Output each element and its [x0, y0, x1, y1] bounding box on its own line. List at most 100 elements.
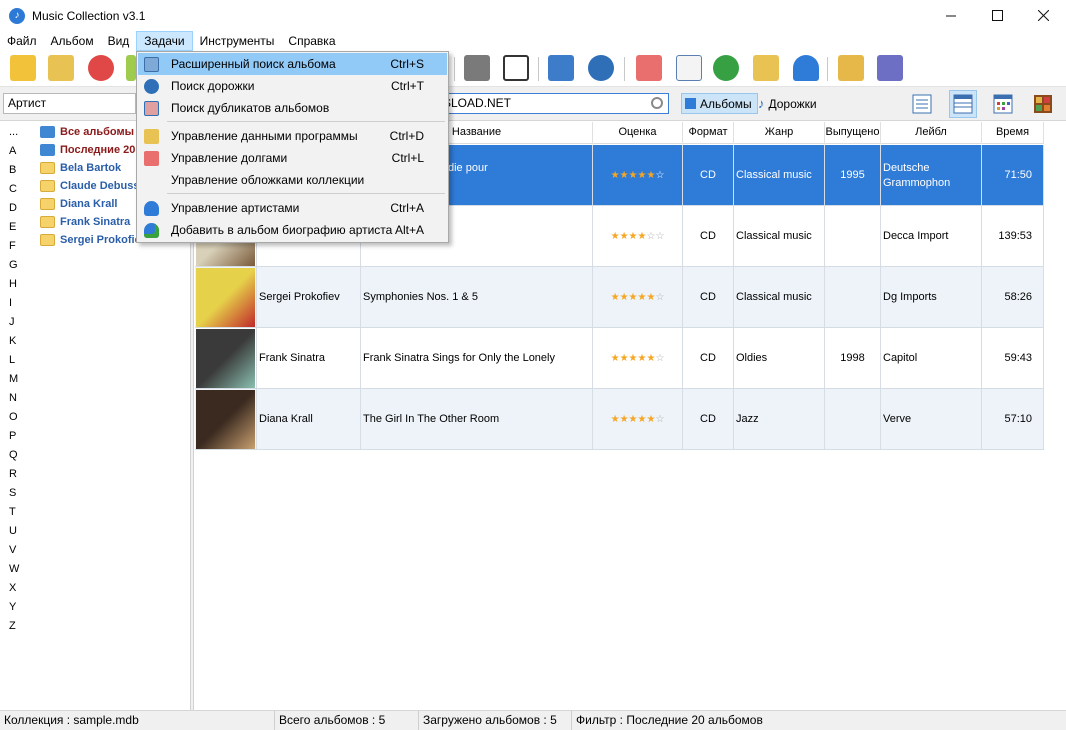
list-view-button[interactable]	[949, 90, 977, 118]
menu-item-shortcut: Ctrl+T	[391, 79, 424, 93]
year-cell	[825, 206, 881, 267]
print-icon[interactable]	[464, 55, 490, 81]
covers-grid-button[interactable]	[1029, 90, 1057, 118]
menu-item-shortcut: Ctrl+L	[391, 151, 424, 165]
title-cell: Symphonies Nos. 1 & 5	[361, 267, 593, 328]
letter-index-item[interactable]: V	[9, 544, 16, 556]
star-icon: ☆	[655, 169, 665, 181]
html-export-icon[interactable]	[503, 55, 529, 81]
column-format[interactable]: Формат	[683, 122, 734, 144]
menu-loans-manager[interactable]: Управление долгами Ctrl+L	[138, 147, 447, 169]
toolbar-separator	[624, 57, 625, 81]
open-collection-icon[interactable]	[48, 55, 74, 81]
column-genre[interactable]: Жанр	[734, 122, 825, 144]
tree-item[interactable]: Frank Sinatra	[40, 213, 130, 231]
albums-mode-button[interactable]: Альбомы	[681, 93, 758, 114]
album-row[interactable]: Frank Sinatra Frank Sinatra Sings for Onl…	[195, 328, 1044, 389]
plugin-icon[interactable]	[838, 55, 864, 81]
rating-stars[interactable]: ★ ★ ★ ★ ★ ☆	[611, 352, 665, 364]
menu-tasks[interactable]: Задачи	[136, 31, 193, 51]
tree-item[interactable]: Последние 20	[40, 141, 135, 159]
letter-index-item[interactable]: K	[9, 335, 16, 347]
menu-data-manager[interactable]: Управление данными программы Ctrl+D	[138, 125, 447, 147]
menu-file[interactable]: Файл	[0, 31, 44, 51]
album-row[interactable]: Sergei Prokofiev Symphonies Nos. 1 & 5 ★ ★ ★…	[195, 267, 1044, 328]
letter-index-item[interactable]: U	[9, 525, 17, 537]
album-row[interactable]: Diana Krall The Girl In The Other Room ★ ★ ★…	[195, 389, 1044, 450]
close-button[interactable]	[1020, 0, 1066, 31]
column-time[interactable]: Время	[982, 122, 1044, 144]
menu-duplicate-search[interactable]: Поиск дубликатов альбомов	[138, 97, 447, 119]
letter-index-item[interactable]: J	[9, 316, 15, 328]
letter-index-item[interactable]: G	[9, 259, 18, 271]
letter-index-item[interactable]: N	[9, 392, 17, 404]
letter-index-item[interactable]: W	[9, 563, 19, 575]
covers-view-icon[interactable]	[548, 55, 574, 81]
cd-icon[interactable]	[126, 55, 136, 81]
user-icon[interactable]	[793, 55, 819, 81]
loans-icon[interactable]	[636, 55, 662, 81]
letter-index-item[interactable]: I	[9, 297, 12, 309]
letter-index-item[interactable]: T	[9, 506, 16, 518]
grid-view-button[interactable]	[989, 90, 1017, 118]
rating-stars[interactable]: ★ ★ ★ ★ ★ ☆	[611, 292, 665, 303]
letter-index-item[interactable]: L	[9, 354, 15, 366]
letter-index-item[interactable]: E	[9, 221, 16, 233]
menu-view[interactable]: Вид	[101, 31, 137, 51]
menu-advanced-album-search[interactable]: Расширенный поиск альбома Ctrl+S	[138, 53, 447, 75]
menu-help[interactable]: Справка	[281, 31, 342, 51]
search-field-combo[interactable]: Артист	[3, 93, 136, 114]
track-search-icon[interactable]	[588, 55, 614, 81]
letter-index-item[interactable]: Q	[9, 449, 18, 461]
pie-chart-icon[interactable]	[713, 55, 739, 81]
tree-item[interactable]: Sergei Prokofiev	[40, 231, 147, 249]
letter-index-item[interactable]: S	[9, 487, 16, 499]
letter-index-item[interactable]: B	[9, 164, 16, 176]
letter-index-item[interactable]: ...	[9, 126, 18, 138]
menu-track-search[interactable]: Поиск дорожки Ctrl+T	[138, 75, 447, 97]
letter-index-item[interactable]: A	[9, 145, 16, 157]
track-search-icon	[144, 79, 159, 94]
letter-index-item[interactable]: P	[9, 430, 16, 442]
letter-index-item[interactable]: O	[9, 411, 18, 423]
tracks-mode-button[interactable]: ♪ Дорожки	[755, 93, 822, 114]
menu-separator	[167, 193, 445, 194]
letter-index-item[interactable]: D	[9, 202, 17, 214]
details-view-button[interactable]	[908, 90, 936, 118]
menu-tools[interactable]: Инструменты	[193, 31, 282, 51]
tree-item[interactable]: Bela Bartok	[40, 159, 121, 177]
letter-index-item[interactable]: H	[9, 278, 17, 290]
tree-item[interactable]: Все альбомы	[40, 123, 134, 141]
letter-index-item[interactable]: Y	[9, 601, 16, 613]
minimize-button[interactable]	[928, 0, 974, 31]
star-icon: ★	[628, 352, 638, 364]
star-icon: ★	[619, 352, 629, 364]
column-released[interactable]: Выпущено	[825, 122, 881, 144]
menu-album[interactable]: Альбом	[44, 31, 101, 51]
letter-index-item[interactable]: M	[9, 373, 18, 385]
document-icon[interactable]	[676, 55, 702, 81]
add-album-icon[interactable]	[10, 55, 36, 81]
rating-stars[interactable]: ★ ★ ★ ★ ★ ☆	[611, 169, 665, 181]
tree-item[interactable]: Diana Krall	[40, 195, 117, 213]
letter-index-item[interactable]: C	[9, 183, 17, 195]
search-input[interactable]: SLOAD.NET	[440, 93, 669, 114]
tree-item[interactable]: Claude Debussy	[40, 177, 146, 195]
rating-stars[interactable]: ★ ★ ★ ★ ★ ☆	[611, 414, 665, 425]
search-icon[interactable]	[651, 97, 663, 109]
menu-covers-manager[interactable]: Управление обложками коллекции	[138, 169, 447, 191]
rating-stars[interactable]: ★ ★ ★ ★ ☆ ☆	[611, 231, 665, 242]
format-cell: CD	[683, 206, 734, 267]
column-rating[interactable]: Оценка	[593, 122, 683, 144]
lifebuoy-icon[interactable]	[88, 55, 114, 81]
letter-index-item[interactable]: X	[9, 582, 16, 594]
exit-icon[interactable]	[877, 55, 903, 81]
letter-index-item[interactable]: F	[9, 240, 16, 252]
letter-index-item[interactable]: R	[9, 468, 17, 480]
column-label[interactable]: Лейбл	[881, 122, 982, 144]
menu-artists-manager[interactable]: Управление артистами Ctrl+A	[138, 197, 447, 219]
menu-add-biography[interactable]: Добавить в альбом биографию артиста Alt+…	[138, 219, 447, 241]
maximize-button[interactable]	[974, 0, 1020, 31]
letter-index-item[interactable]: Z	[9, 620, 16, 632]
archive-icon[interactable]	[753, 55, 779, 81]
